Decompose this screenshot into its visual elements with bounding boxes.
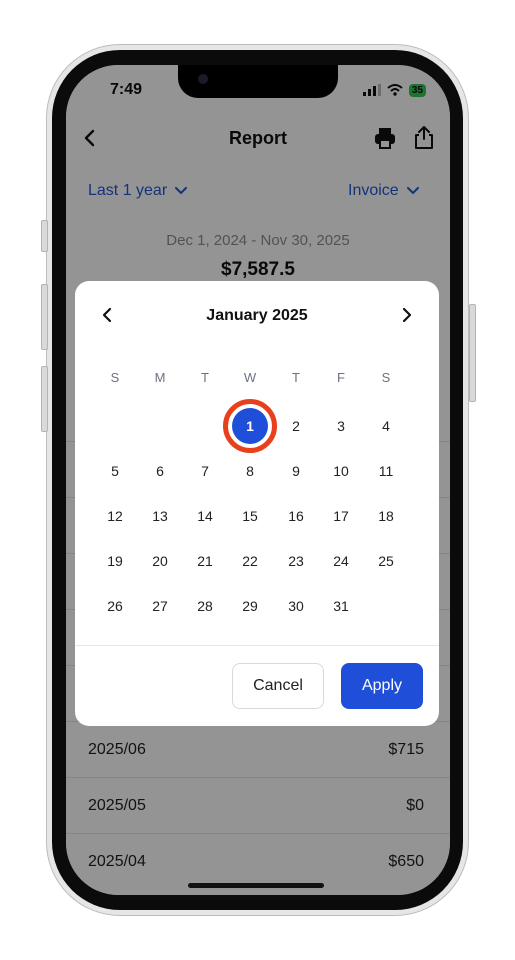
- silent-switch: [41, 220, 48, 252]
- calendar-day[interactable]: 18: [368, 498, 404, 534]
- calendar-day[interactable]: 11: [368, 453, 404, 489]
- apply-button[interactable]: Apply: [341, 663, 423, 709]
- calendar-day[interactable]: 30: [278, 588, 314, 624]
- weekday-label: W: [243, 370, 257, 385]
- volume-up-button: [41, 284, 48, 350]
- calendar-day[interactable]: 4: [368, 408, 404, 444]
- calendar-day[interactable]: 23: [278, 543, 314, 579]
- volume-down-button: [41, 366, 48, 432]
- weekday-label: S: [110, 370, 120, 385]
- notch: [178, 65, 338, 98]
- calendar-day[interactable]: 2: [278, 408, 314, 444]
- calendar-day[interactable]: 25: [368, 543, 404, 579]
- calendar-month-title: January 2025: [206, 307, 308, 324]
- screen: 7:49 35 Report Last 1 year Invoice Dec 1…: [66, 65, 450, 895]
- calendar-day[interactable]: 22: [232, 543, 268, 579]
- calendar-day[interactable]: 27: [142, 588, 178, 624]
- calendar-day[interactable]: 12: [97, 498, 133, 534]
- calendar-day[interactable]: 21: [187, 543, 223, 579]
- weekday-label: F: [337, 370, 345, 385]
- calendar-day-selected[interactable]: 1: [232, 408, 268, 444]
- calendar-day[interactable]: 17: [323, 498, 359, 534]
- modal-divider: [75, 645, 439, 646]
- calendar-day[interactable]: 5: [97, 453, 133, 489]
- calendar-day[interactable]: 13: [142, 498, 178, 534]
- calendar-day[interactable]: 6: [142, 453, 178, 489]
- calendar-day[interactable]: 29: [232, 588, 268, 624]
- calendar-day[interactable]: 26: [97, 588, 133, 624]
- power-button: [469, 304, 476, 402]
- weekday-label: M: [154, 370, 166, 385]
- date-picker-modal: January 2025 SMTWTFS 1 2 3 4 5 6 7 8 9 10 11 12 13 14…: [75, 281, 439, 726]
- calendar-day[interactable]: 24: [323, 543, 359, 579]
- camera-icon: [198, 74, 208, 84]
- calendar-day[interactable]: 9: [278, 453, 314, 489]
- calendar-day[interactable]: 16: [278, 498, 314, 534]
- calendar-day[interactable]: 31: [323, 588, 359, 624]
- calendar-day[interactable]: 3: [323, 408, 359, 444]
- weekday-label: S: [381, 370, 391, 385]
- calendar-day[interactable]: 28: [187, 588, 223, 624]
- calendar-day[interactable]: 10: [323, 453, 359, 489]
- calendar-day[interactable]: 19: [97, 543, 133, 579]
- weekday-label: T: [201, 370, 209, 385]
- cancel-button[interactable]: Cancel: [232, 663, 324, 709]
- calendar-day[interactable]: 7: [187, 453, 223, 489]
- calendar-day[interactable]: 14: [187, 498, 223, 534]
- home-indicator: [188, 883, 324, 888]
- next-month-icon[interactable]: [402, 307, 412, 323]
- calendar-day[interactable]: 20: [142, 543, 178, 579]
- calendar-header: January 2025: [75, 303, 439, 327]
- calendar-day[interactable]: 15: [232, 498, 268, 534]
- calendar-day[interactable]: 8: [232, 453, 268, 489]
- weekday-label: T: [292, 370, 300, 385]
